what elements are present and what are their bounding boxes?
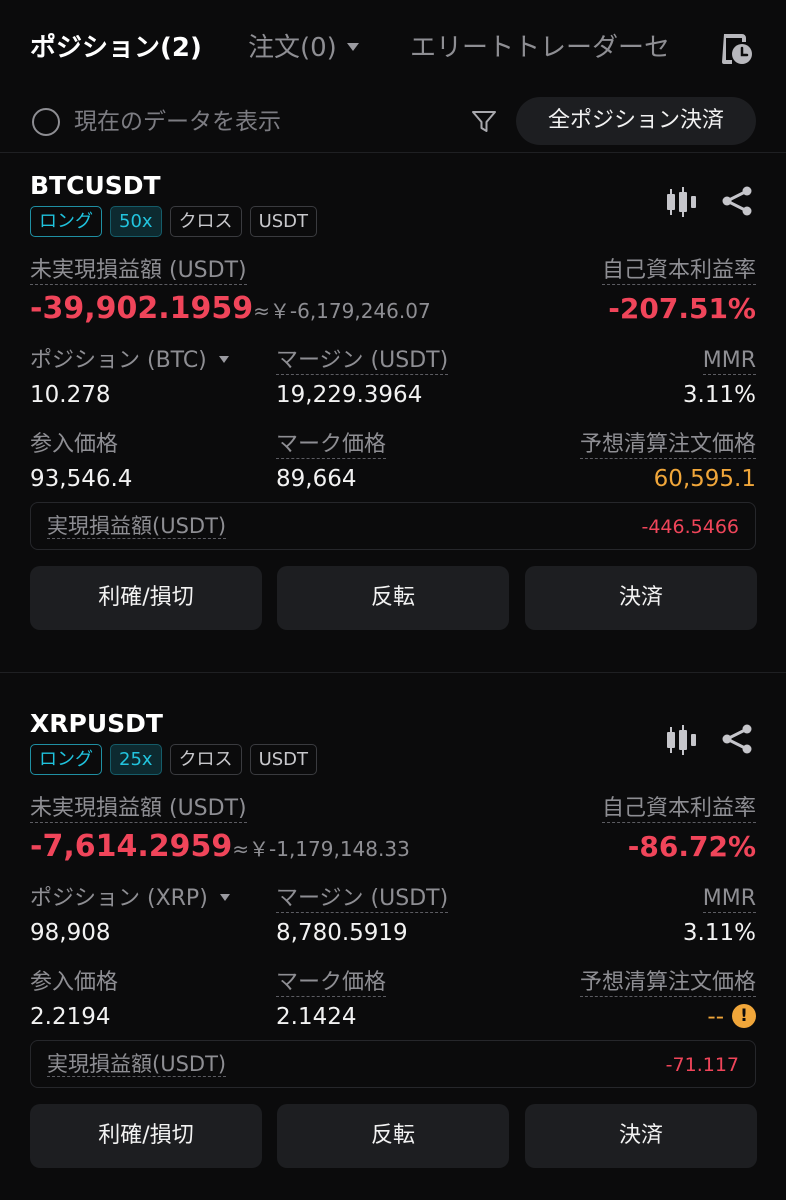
divider (0, 152, 786, 153)
entry-price-value: 2.2194 (30, 1004, 111, 1030)
roe-label[interactable]: 自己資本利益率 (601, 256, 756, 286)
tp-sl-button[interactable]: 利確/損切 (30, 1104, 262, 1168)
warning-icon[interactable]: ! (732, 1003, 756, 1028)
unrealized-pnl-jpy: ≈￥-1,179,148.33 (232, 837, 410, 861)
mmr-value: 3.11% (682, 382, 756, 408)
roe-value: -207.51% (608, 292, 756, 325)
position-symbol[interactable]: BTCUSDT (30, 168, 161, 204)
filter-icon[interactable] (470, 108, 498, 136)
entry-price-label: 参入価格 (30, 970, 119, 995)
margin-coin-badge: USDT (249, 744, 318, 775)
chevron-down-icon (219, 893, 230, 901)
roe-label[interactable]: 自己資本利益率 (601, 794, 756, 824)
chevron-down-icon (218, 355, 229, 363)
close-position-button[interactable]: 決済 (525, 1104, 757, 1168)
position-size-label[interactable]: ポジション (BTC) (30, 346, 229, 376)
history-icon[interactable] (718, 30, 754, 66)
close-all-positions-button[interactable]: 全ポジション決済 (516, 97, 756, 145)
divider (0, 672, 786, 673)
position-size-value: 98,908 (30, 920, 111, 946)
side-badge: ロング (30, 206, 102, 237)
show-current-radio[interactable] (32, 108, 60, 136)
tab-positions[interactable]: ポジション(2) (30, 28, 202, 68)
liquidation-price-value: --! (707, 1002, 756, 1032)
close-position-button[interactable]: 決済 (525, 566, 757, 630)
leverage-badge[interactable]: 25x (110, 744, 162, 775)
realized-pnl-row[interactable]: 実現損益額(USDT) -446.5466 (30, 502, 756, 550)
unrealized-pnl-value: -7,614.2959≈￥-1,179,148.33 (30, 829, 410, 864)
realized-pnl-value: -71.117 (665, 1054, 739, 1076)
position-badges: ロング 50x クロス USDT (30, 206, 318, 238)
entry-price-value: 93,546.4 (30, 466, 133, 492)
mmr-value: 3.11% (682, 920, 756, 946)
leverage-badge[interactable]: 50x (110, 206, 162, 237)
margin-value: 8,780.5919 (276, 920, 408, 946)
roe-value: -86.72% (627, 830, 756, 863)
margin-mode-badge[interactable]: クロス (169, 744, 242, 775)
mark-price-value: 2.1424 (276, 1004, 357, 1030)
entry-price-label: 参入価格 (30, 432, 119, 457)
liquidation-price-value: 60,595.1 (653, 466, 756, 492)
position-size-value: 10.278 (30, 382, 111, 408)
realized-pnl-row[interactable]: 実現損益額(USDT) -71.117 (30, 1040, 756, 1088)
reverse-button[interactable]: 反転 (277, 566, 509, 630)
unrealized-pnl-jpy: ≈￥-6,179,246.07 (253, 299, 431, 323)
filter-row: 現在のデータを表示 全ポジション決済 (0, 96, 786, 152)
top-tabs: ポジション(2) 注文(0) エリートトレーダーセ (0, 0, 786, 96)
unrealized-pnl-label[interactable]: 未実現損益額 (USDT) (30, 794, 247, 824)
margin-label[interactable]: マージン (USDT) (276, 884, 449, 914)
mark-price-value: 89,664 (276, 466, 357, 492)
margin-label[interactable]: マージン (USDT) (276, 346, 449, 376)
realized-pnl-label: 実現損益額(USDT) (47, 1052, 227, 1077)
liquidation-price-label[interactable]: 予想清算注文価格 (579, 430, 756, 460)
tab-orders[interactable]: 注文(0) (248, 28, 359, 68)
side-badge: ロング (30, 744, 102, 775)
liquidation-price-label[interactable]: 予想清算注文価格 (579, 968, 756, 998)
reverse-button[interactable]: 反転 (277, 1104, 509, 1168)
unrealized-pnl-label[interactable]: 未実現損益額 (USDT) (30, 256, 247, 286)
tab-elite-traders[interactable]: エリートトレーダーセ (410, 28, 690, 68)
mark-price-label[interactable]: マーク価格 (276, 430, 387, 460)
tab-orders-label: 注文(0) (248, 33, 337, 63)
realized-pnl-value: -446.5466 (641, 516, 739, 538)
position-size-label[interactable]: ポジション (XRP) (30, 884, 230, 914)
position-card-btcusdt: BTCUSDT ロング 50x クロス USDT 未実現損益額 (USDT) 自… (0, 168, 786, 668)
tp-sl-button[interactable]: 利確/損切 (30, 566, 262, 630)
mmr-label[interactable]: MMR (702, 346, 756, 376)
position-symbol[interactable]: XRPUSDT (30, 706, 163, 742)
unrealized-pnl-value: -39,902.1959≈￥-6,179,246.07 (30, 291, 431, 326)
margin-coin-badge: USDT (249, 206, 318, 237)
position-badges: ロング 25x クロス USDT (30, 744, 318, 776)
position-card-xrpusdt: XRPUSDT ロング 25x クロス USDT 未実現損益額 (USDT) 自… (0, 706, 786, 1200)
margin-mode-badge[interactable]: クロス (169, 206, 242, 237)
candlestick-chart-icon[interactable] (664, 722, 698, 756)
mmr-label[interactable]: MMR (702, 884, 756, 914)
chevron-down-icon (346, 42, 359, 51)
candlestick-chart-icon[interactable] (664, 184, 698, 218)
margin-value: 19,229.3964 (276, 382, 423, 408)
mark-price-label[interactable]: マーク価格 (276, 968, 387, 998)
share-icon[interactable] (720, 722, 754, 756)
show-current-label: 現在のデータを表示 (74, 109, 281, 135)
share-icon[interactable] (720, 184, 754, 218)
realized-pnl-label: 実現損益額(USDT) (47, 514, 227, 539)
